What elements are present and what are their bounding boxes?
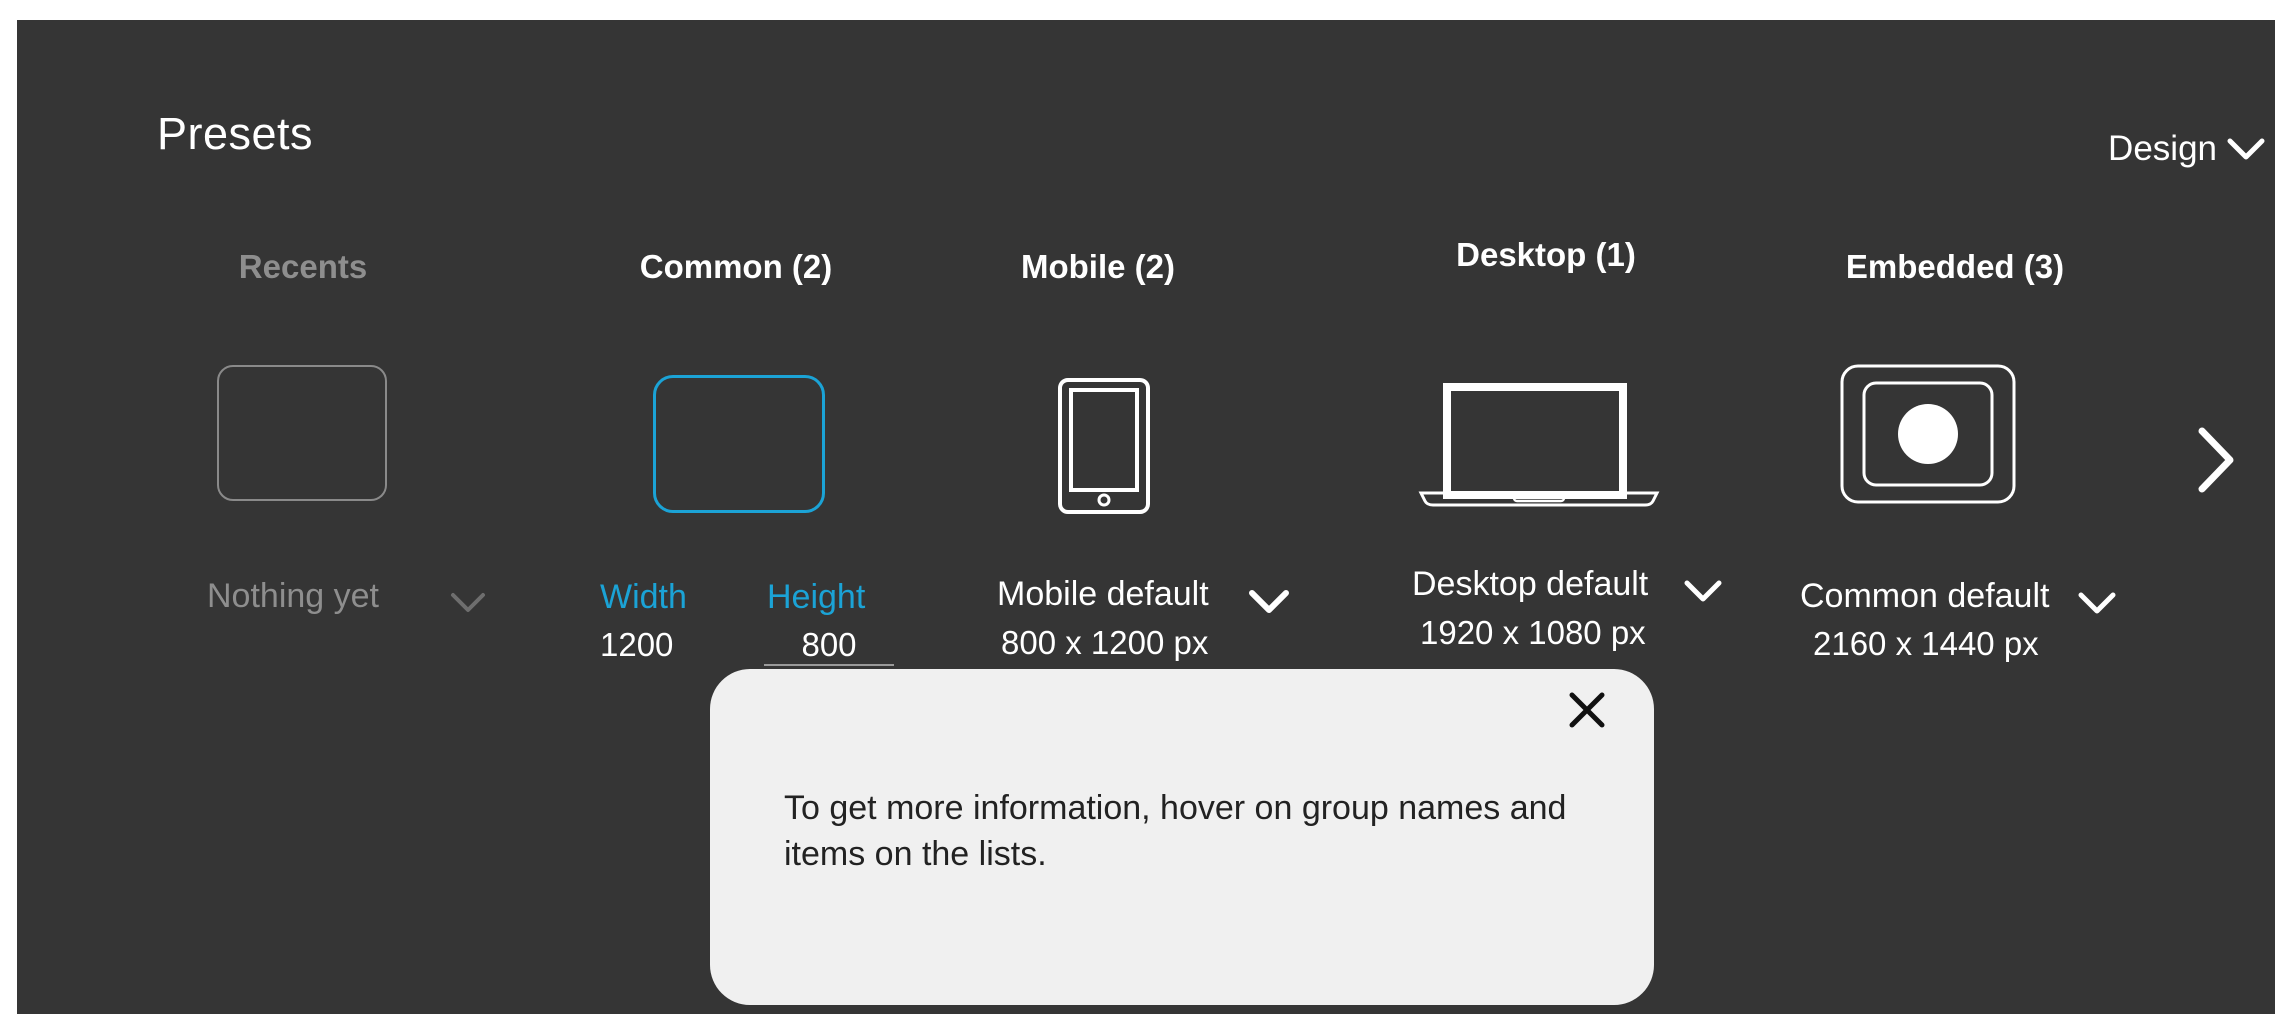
desktop-preset-name[interactable]: Desktop default bbox=[1412, 565, 1648, 604]
desktop-preset-dimensions: 1920 x 1080 px bbox=[1420, 614, 1646, 651]
laptop-icon bbox=[1418, 383, 1660, 507]
embedded-preset-name[interactable]: Common default bbox=[1800, 577, 2049, 616]
close-icon bbox=[1569, 692, 1605, 728]
phone-icon bbox=[1058, 378, 1150, 514]
mobile-preset-dimensions: 800 x 1200 px bbox=[1001, 624, 1209, 661]
mode-label: Design bbox=[2108, 129, 2217, 168]
mobile-preset-dropdown[interactable] bbox=[1248, 588, 1290, 616]
desktop-tile[interactable] bbox=[1417, 365, 1661, 512]
height-input[interactable]: 800 bbox=[764, 626, 894, 666]
chevron-down-icon bbox=[1684, 580, 1722, 602]
info-tooltip: To get more information, hover on group … bbox=[710, 669, 1654, 1005]
category-label-common[interactable]: Common (2) bbox=[640, 248, 833, 286]
chevron-down-icon bbox=[2078, 592, 2116, 614]
height-label: Height bbox=[767, 578, 866, 616]
recents-dropdown[interactable] bbox=[449, 591, 487, 615]
recents-empty-text: Nothing yet bbox=[207, 577, 379, 615]
category-label-recents[interactable]: Recents bbox=[239, 248, 367, 286]
mode-dropdown[interactable]: Design bbox=[2108, 129, 2265, 169]
chevron-right-icon bbox=[2198, 427, 2234, 493]
chevron-down-icon bbox=[1249, 590, 1289, 613]
width-label: Width bbox=[600, 578, 687, 616]
embedded-preset-dropdown[interactable] bbox=[2077, 590, 2117, 616]
embedded-tile[interactable] bbox=[1840, 364, 2018, 509]
embedded-device-icon bbox=[1840, 364, 2016, 504]
chevron-down-icon bbox=[2227, 138, 2265, 160]
category-label-mobile[interactable]: Mobile (2) bbox=[1021, 248, 1175, 286]
next-page-button[interactable] bbox=[2194, 425, 2238, 500]
category-label-desktop[interactable]: Desktop (1) bbox=[1456, 236, 1636, 274]
chevron-down-icon bbox=[451, 593, 485, 612]
close-tooltip-button[interactable] bbox=[1568, 691, 1606, 734]
width-input[interactable]: 1200 bbox=[600, 626, 673, 664]
category-label-embedded[interactable]: Embedded (3) bbox=[1846, 248, 2064, 286]
common-tile-selected[interactable] bbox=[653, 375, 825, 513]
tooltip-message: To get more information, hover on group … bbox=[784, 789, 1567, 873]
desktop-preset-dropdown[interactable] bbox=[1683, 578, 1723, 604]
presets-panel: Presets Design Recents Nothing yet Commo… bbox=[17, 20, 2275, 1014]
recents-tile[interactable] bbox=[217, 365, 387, 501]
mobile-tile[interactable] bbox=[1056, 376, 1152, 521]
page-title: Presets bbox=[157, 108, 314, 159]
mobile-preset-name[interactable]: Mobile default bbox=[997, 575, 1209, 614]
embedded-preset-dimensions: 2160 x 1440 px bbox=[1813, 625, 2039, 662]
